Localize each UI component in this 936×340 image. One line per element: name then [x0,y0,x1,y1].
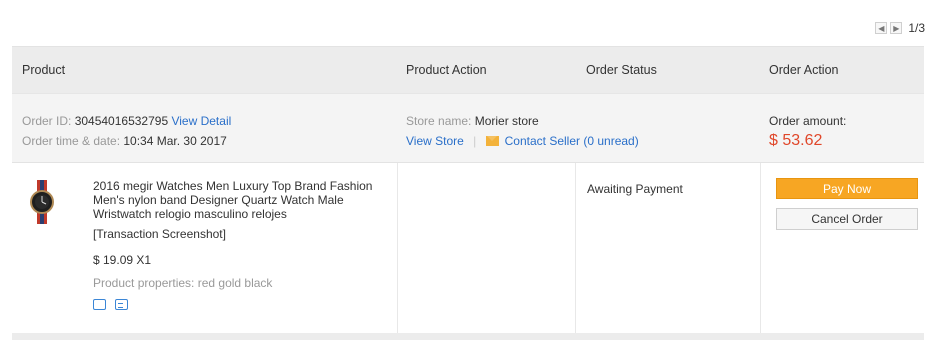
order-id-label: Order ID: [22,114,75,128]
product-info: 2016 megir Watches Men Luxury Top Brand … [72,179,393,335]
store-name-value: Morier store [474,114,539,128]
header-order-action: Order Action [769,63,839,77]
view-detail-link[interactable]: View Detail [171,114,231,128]
orders-table: Product Product Action Order Status Orde… [12,46,924,335]
delivery-icon[interactable] [93,299,106,310]
envelope-icon [485,136,499,146]
order-amount: Order amount: $ 53.62 [760,94,924,162]
transaction-screenshot-link[interactable]: [Transaction Screenshot] [93,227,393,241]
order-meta: Order ID: 30454016532795 View Detail Ord… [12,94,397,162]
contact-seller-label: Contact Seller [504,134,580,148]
header-order-status: Order Status [586,63,657,77]
order-info-row: Order ID: 30454016532795 View Detail Ord… [12,93,924,163]
product-properties: Product properties: red gold black [93,276,273,290]
product-price: $ 19.09 X1 [93,253,152,267]
pay-now-button[interactable]: Pay Now [776,178,918,199]
order-item-row: 2016 megir Watches Men Luxury Top Brand … [12,163,924,335]
store-info: Store name: Morier store View Store | Co… [397,94,760,162]
store-name-label: Store name: [406,114,475,128]
link-separator: | [473,134,477,148]
order-action-cell: Pay Now Cancel Order [760,163,924,335]
table-header: Product Product Action Order Status Orde… [12,46,924,93]
order-id-value: 30454016532795 [74,114,169,128]
cancel-order-button[interactable]: Cancel Order [776,208,918,230]
order-time-value: 10:34 Mar. 30 2017 [123,134,227,148]
page-indicator: 1/3 [908,21,925,35]
watch-image [30,180,54,224]
view-store-link[interactable]: View Store [406,134,464,148]
header-product-action: Product Action [406,63,487,77]
product-action-cell [397,163,575,335]
unread-count: (0 unread) [583,134,639,148]
product-title-link[interactable]: 2016 megir Watches Men Luxury Top Brand … [93,179,393,221]
prev-page-button[interactable]: ◀ [875,22,888,34]
pagination: ◀ ▶ 1/3 [875,21,925,35]
order-status-text: Awaiting Payment [587,182,683,196]
order-amount-value: $ 53.62 [769,132,823,149]
order-time-label: Order time & date: [22,134,124,148]
order-amount-label: Order amount: [769,114,847,128]
contact-seller-link[interactable]: Contact Seller (0 unread) [505,134,639,148]
header-product: Product [22,63,66,77]
invoice-icon[interactable] [115,299,128,310]
table-bottom-divider [12,333,924,340]
next-page-button[interactable]: ▶ [890,22,903,34]
product-icons [93,299,393,310]
product-cell: 2016 megir Watches Men Luxury Top Brand … [12,163,397,335]
order-status-cell: Awaiting Payment [575,163,760,335]
product-thumbnail[interactable] [12,179,72,335]
